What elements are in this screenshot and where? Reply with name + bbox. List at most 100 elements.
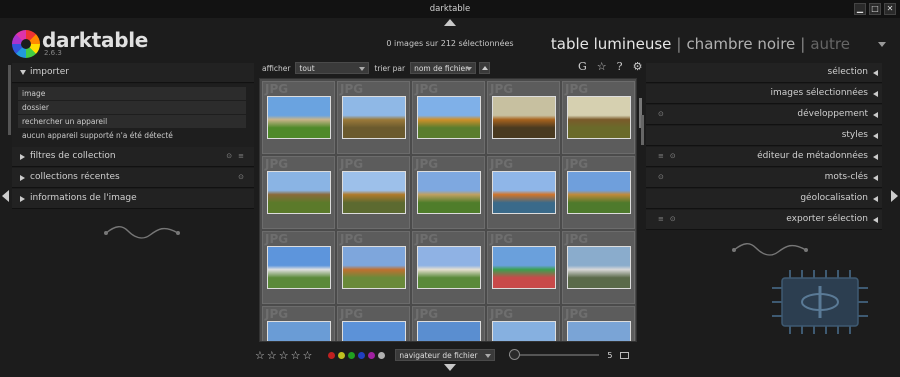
- module-label: éditeur de métadonnées: [757, 151, 868, 161]
- lighttable-grid[interactable]: JPG JPG JPG JPG JPG JPG JPG JPG JPG JPG JPG JPG JPG J…: [259, 78, 637, 342]
- close-button[interactable]: ✕: [884, 3, 896, 15]
- zoom-slider[interactable]: [509, 349, 600, 360]
- show-filter-value: tout: [299, 64, 315, 73]
- right-module[interactable]: ≡ ⊙ exporter sélection: [646, 210, 882, 230]
- right-module[interactable]: ≡ ⊙ éditeur de métadonnées: [646, 147, 882, 167]
- grouping-icon[interactable]: G: [578, 60, 587, 73]
- sort-select[interactable]: nom de fichier: [410, 62, 477, 74]
- minimize-button[interactable]: ▁: [854, 3, 866, 15]
- gear-icon[interactable]: ⚙: [633, 60, 643, 73]
- reset-icon[interactable]: ⊙: [238, 173, 244, 181]
- module-label: images sélectionnées: [770, 88, 868, 98]
- star-2-icon[interactable]: ☆: [267, 349, 277, 362]
- file-type-badge: JPG: [490, 157, 514, 171]
- star-3-icon[interactable]: ☆: [279, 349, 289, 362]
- thumbnail[interactable]: JPG: [337, 306, 410, 341]
- scan-device-button[interactable]: rechercher un appareil: [18, 115, 246, 128]
- thumbnail[interactable]: JPG: [562, 156, 635, 229]
- thumbnail[interactable]: JPG: [337, 81, 410, 154]
- presets-icon[interactable]: ≡: [658, 152, 664, 160]
- thumbnail[interactable]: JPG: [487, 156, 560, 229]
- module-recent-collections[interactable]: collections récentes ⊙: [12, 168, 254, 188]
- left-panel-scrollbar[interactable]: [8, 65, 11, 135]
- collapsed-arrow-icon: [873, 217, 878, 223]
- right-module[interactable]: styles: [646, 126, 882, 146]
- module-importer[interactable]: importer: [12, 63, 254, 83]
- thumbnail[interactable]: JPG: [262, 81, 335, 154]
- help-icon[interactable]: ?: [617, 60, 623, 73]
- show-filter-select[interactable]: tout: [295, 62, 370, 74]
- left-panel: importer image dossier rechercher un app…: [12, 63, 254, 355]
- thumbnail[interactable]: JPG: [262, 156, 335, 229]
- collapse-bottom-panel-arrow-icon[interactable]: [444, 364, 456, 371]
- right-panel-scrollbar[interactable]: [641, 115, 644, 145]
- thumbnail[interactable]: JPG: [262, 306, 335, 341]
- module-label: géolocalisation: [800, 193, 868, 203]
- right-module[interactable]: images sélectionnées: [646, 84, 882, 104]
- zoom-slider-knob[interactable]: [509, 349, 521, 360]
- module-image-information[interactable]: informations de l'image: [12, 189, 254, 209]
- import-folder-button[interactable]: dossier: [18, 101, 246, 114]
- right-top-icons: G ☆ ? ⚙: [578, 60, 642, 73]
- color-label-icon[interactable]: [348, 351, 356, 359]
- thumbnail[interactable]: JPG: [262, 231, 335, 304]
- display-profile-icon[interactable]: [620, 351, 630, 359]
- maximize-button[interactable]: □: [869, 3, 881, 15]
- reset-icon[interactable]: ⊙: [658, 110, 664, 118]
- right-panel: sélection images sélectionnées ⊙ développem…: [646, 63, 882, 231]
- color-label-icon[interactable]: [358, 351, 366, 359]
- thumbnail[interactable]: JPG: [487, 81, 560, 154]
- reset-icon[interactable]: ⊙: [670, 215, 676, 223]
- thumbnail[interactable]: JPG: [562, 231, 635, 304]
- presets-icon[interactable]: ≡: [658, 215, 664, 223]
- star-5-icon[interactable]: ☆: [303, 349, 313, 362]
- thumbnail[interactable]: JPG: [487, 306, 560, 341]
- star-1-icon[interactable]: ☆: [255, 349, 265, 362]
- file-type-badge: JPG: [340, 307, 364, 321]
- color-label-icon[interactable]: [328, 351, 336, 359]
- collapse-left-panel-arrow-icon[interactable]: [2, 190, 9, 202]
- reset-icon[interactable]: ⊙: [670, 152, 676, 160]
- view-darkroom[interactable]: chambre noire: [686, 35, 795, 53]
- thumbnail[interactable]: JPG: [487, 231, 560, 304]
- view-lighttable[interactable]: table lumineuse: [551, 35, 672, 53]
- color-label-icon[interactable]: [378, 351, 386, 359]
- presets-icon[interactable]: ≡: [238, 152, 244, 160]
- thumbnail[interactable]: JPG: [412, 231, 485, 304]
- thumbnail[interactable]: JPG: [412, 156, 485, 229]
- thumbnail-image: [417, 96, 481, 139]
- thumbnail[interactable]: JPG: [412, 81, 485, 154]
- right-module[interactable]: géolocalisation: [646, 189, 882, 209]
- star-overlay-icon[interactable]: ☆: [597, 60, 607, 73]
- chevron-down-icon: [359, 67, 366, 71]
- thumbnail[interactable]: JPG: [337, 231, 410, 304]
- reset-icon[interactable]: ⊙: [658, 173, 664, 181]
- view-other[interactable]: autre: [810, 35, 850, 53]
- file-type-badge: JPG: [340, 82, 364, 96]
- chevron-down-icon: [485, 354, 492, 358]
- right-module[interactable]: ⊙ mots-clés: [646, 168, 882, 188]
- right-module[interactable]: sélection: [646, 63, 882, 83]
- module-label: importer: [30, 67, 69, 77]
- importer-items: image dossier rechercher un appareil auc…: [12, 84, 254, 147]
- collapse-right-panel-arrow-icon[interactable]: [891, 190, 898, 202]
- file-type-badge: JPG: [265, 307, 289, 321]
- module-collection-filters[interactable]: filtres de collection ⊙ ≡: [12, 147, 254, 167]
- right-module[interactable]: ⊙ développement: [646, 105, 882, 125]
- show-label: afficher: [262, 63, 291, 73]
- file-type-badge: JPG: [565, 307, 589, 321]
- thumbnail[interactable]: JPG: [562, 81, 635, 154]
- thumbnail[interactable]: JPG: [412, 306, 485, 341]
- file-type-badge: JPG: [415, 307, 439, 321]
- views-dropdown-icon[interactable]: [878, 42, 886, 47]
- import-image-button[interactable]: image: [18, 87, 246, 100]
- thumbnail[interactable]: JPG: [337, 156, 410, 229]
- sort-order-button[interactable]: [479, 62, 491, 74]
- navigator-select[interactable]: navigateur de fichier: [395, 349, 496, 361]
- color-label-icon[interactable]: [368, 351, 376, 359]
- file-type-badge: JPG: [415, 82, 439, 96]
- star-4-icon[interactable]: ☆: [291, 349, 301, 362]
- color-label-icon[interactable]: [338, 351, 346, 359]
- thumbnail[interactable]: JPG: [562, 306, 635, 341]
- reset-icon[interactable]: ⊙: [226, 152, 232, 160]
